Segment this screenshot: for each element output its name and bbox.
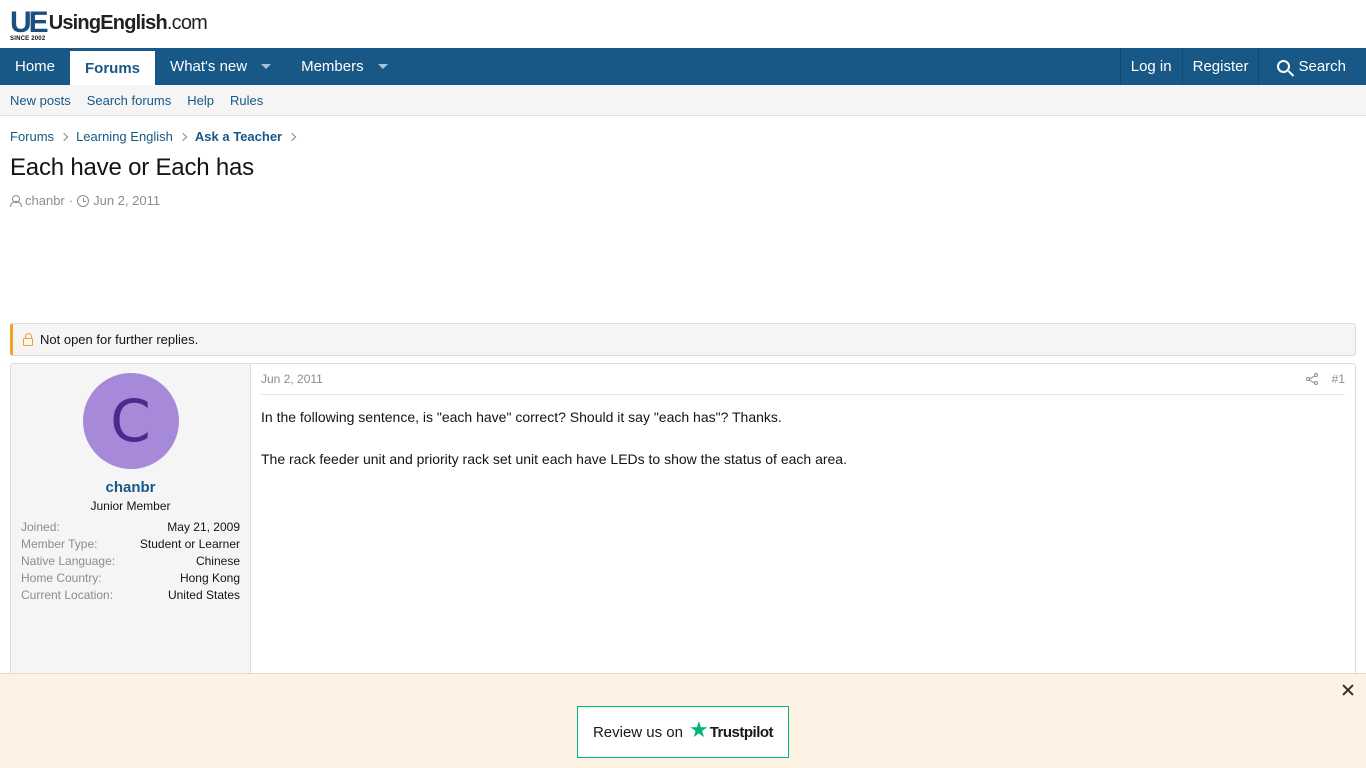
post-body: In the following sentence, is "each have…: [261, 395, 1345, 470]
extra-value: May 21, 2009: [167, 520, 240, 534]
chevron-right-icon: [178, 132, 188, 141]
avatar-letter: C: [110, 387, 151, 455]
post-number[interactable]: #1: [1332, 372, 1345, 386]
trustpilot-review-button[interactable]: Review us on ★ Trustpilot: [577, 706, 789, 758]
subnav-rules[interactable]: Rules: [230, 93, 263, 108]
extra-value: Chinese: [195, 554, 240, 568]
extra-value: Hong Kong: [179, 571, 240, 585]
nav-tab-whats-new[interactable]: What's new: [155, 48, 286, 85]
notice-text: Not open for further replies.: [40, 332, 199, 347]
nav-tab-forums[interactable]: Forums: [70, 48, 156, 85]
logo-mark: UE: [10, 6, 49, 39]
extra-label: Home Country:: [21, 571, 102, 585]
extra-row: Member Type: Student or Learner: [21, 536, 240, 553]
search-button[interactable]: Search: [1258, 48, 1366, 85]
main-nav: Home Forums What's new Members Log in Re…: [0, 48, 1366, 85]
post-paragraph: The rack feeder unit and priority rack s…: [261, 451, 847, 467]
post-paragraph: In the following sentence, is "each have…: [261, 409, 782, 425]
nav-tab-label: What's new: [170, 58, 248, 75]
extra-value: Student or Learner: [139, 537, 240, 551]
page-title: Each have or Each has: [10, 154, 254, 181]
subnav-new-posts[interactable]: New posts: [10, 93, 71, 108]
user-icon: [10, 194, 22, 207]
extra-label: Joined:: [21, 520, 60, 534]
site-header: UE SINCE 2002 UsingEnglish.com: [0, 0, 1366, 48]
breadcrumb-learning-english[interactable]: Learning English: [76, 129, 173, 144]
logo-name: UsingEnglish: [48, 12, 168, 34]
thread-meta: chanbr · Jun 2, 2011: [0, 182, 1366, 208]
meta-separator: ·: [68, 193, 74, 208]
extra-row: Home Country: Hong Kong: [21, 570, 240, 587]
logo-tld: .com: [166, 12, 208, 34]
trustpilot-star-icon: ★: [688, 717, 709, 742]
breadcrumb: Forums Learning English Ask a Teacher: [0, 116, 1366, 144]
sub-nav: New posts Search forums Help Rules: [0, 85, 1366, 116]
review-banner: Review us on ★ Trustpilot: [0, 673, 1366, 768]
post-main: Jun 2, 2011 #1 In the following sentence…: [251, 364, 1355, 692]
extra-row: Joined: May 21, 2009: [21, 519, 240, 536]
extra-label: Native Language:: [21, 554, 116, 568]
avatar[interactable]: C: [82, 373, 179, 469]
nav-tab-home[interactable]: Home: [0, 48, 70, 85]
thread-author[interactable]: chanbr: [25, 193, 65, 208]
chevron-right-icon: [59, 132, 69, 141]
breadcrumb-ask-a-teacher[interactable]: Ask a Teacher: [195, 129, 282, 144]
search-label: Search: [1298, 58, 1346, 75]
subnav-help[interactable]: Help: [187, 93, 214, 108]
extra-row: Current Location: United States: [21, 587, 240, 604]
thread-locked-notice: Not open for further replies.: [10, 323, 1356, 356]
chevron-down-icon[interactable]: [377, 64, 388, 69]
logo-text: UsingEnglish.com: [48, 12, 208, 35]
register-button[interactable]: Register: [1181, 48, 1259, 85]
close-icon[interactable]: [1342, 684, 1354, 696]
login-label: Log in: [1130, 58, 1172, 75]
search-icon: [1277, 60, 1291, 73]
post-message: C chanbr Junior Member Joined: May 21, 20…: [10, 363, 1356, 693]
post-date[interactable]: Jun 2, 2011: [261, 372, 323, 386]
post-attribution: Jun 2, 2011 #1: [261, 364, 1345, 395]
extra-row: Native Language: Chinese: [21, 553, 240, 570]
extra-label: Member Type:: [21, 537, 98, 551]
chevron-down-icon[interactable]: [261, 64, 272, 69]
post-username[interactable]: chanbr: [11, 479, 250, 496]
clock-icon: [77, 194, 90, 207]
nav-tab-members[interactable]: Members: [286, 48, 403, 85]
nav-tab-label: Members: [301, 58, 364, 75]
site-logo[interactable]: UE SINCE 2002 UsingEnglish.com: [10, 4, 208, 44]
nav-tab-label: Home: [15, 58, 56, 75]
extra-value: United States: [167, 588, 240, 602]
post-user-cell: C chanbr Junior Member Joined: May 21, 20…: [11, 364, 251, 692]
user-extras: Joined: May 21, 2009 Member Type: Student …: [11, 519, 250, 604]
nav-tab-label: Forums: [85, 59, 141, 77]
logo-since: SINCE 2002: [10, 36, 46, 42]
chevron-right-icon: [287, 132, 297, 141]
register-label: Register: [1192, 58, 1249, 75]
share-icon[interactable]: [1305, 373, 1318, 385]
review-label: Review us on: [592, 723, 683, 741]
subnav-search-forums[interactable]: Search forums: [87, 93, 172, 108]
lock-icon: [23, 332, 33, 346]
extra-label: Current Location:: [21, 588, 114, 602]
thread-date[interactable]: Jun 2, 2011: [93, 193, 160, 208]
breadcrumb-forums[interactable]: Forums: [10, 129, 54, 144]
user-title: Junior Member: [90, 499, 171, 513]
login-button[interactable]: Log in: [1119, 48, 1182, 85]
trustpilot-brand: Trustpilot: [709, 723, 774, 741]
